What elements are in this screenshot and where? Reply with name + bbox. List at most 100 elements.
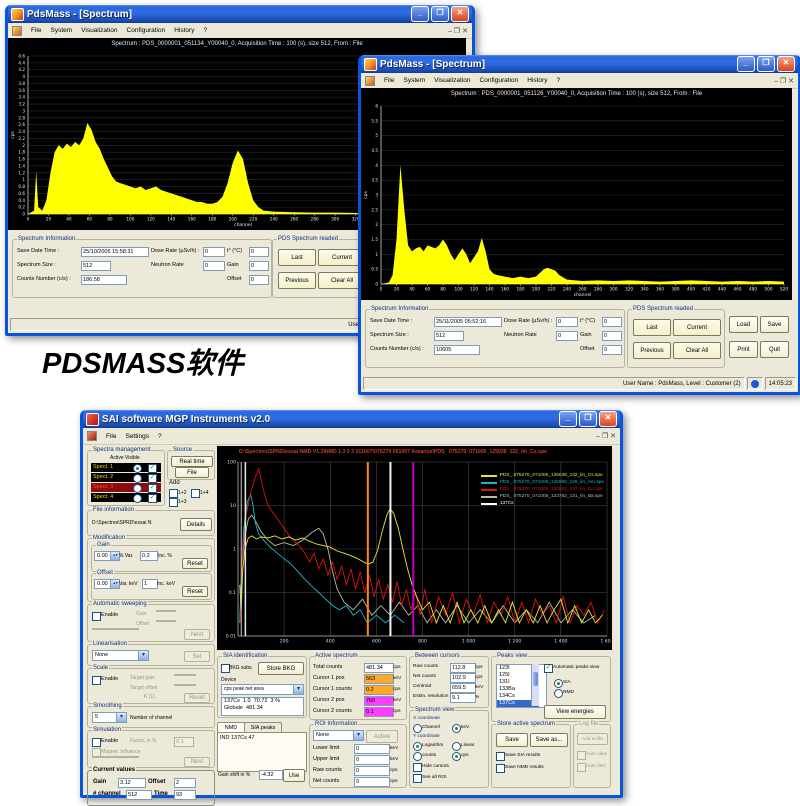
neutron-rate-field[interactable]: 0 bbox=[556, 331, 578, 341]
menu-settings[interactable]: Settings bbox=[125, 433, 149, 440]
temp-field[interactable]: 0 bbox=[249, 247, 269, 257]
menu-history[interactable]: History bbox=[527, 77, 547, 84]
mdi-controls[interactable]: – ❐ ✕ bbox=[448, 27, 468, 35]
spectrum-row-1[interactable]: Spect. 1✓ bbox=[91, 463, 161, 472]
gain-reset-button[interactable]: Reset bbox=[182, 558, 208, 569]
save-button[interactable]: Save bbox=[760, 316, 789, 333]
gain-field[interactable]: 0 bbox=[249, 261, 269, 271]
save-sia-results-checkbox[interactable] bbox=[496, 752, 505, 761]
offset-field[interactable]: 0 bbox=[602, 345, 622, 355]
sia-radio[interactable] bbox=[554, 679, 563, 688]
minimize-button[interactable]: _ bbox=[411, 6, 429, 22]
kev-radio[interactable] bbox=[452, 724, 461, 733]
quit-button[interactable]: Quit bbox=[760, 341, 789, 358]
menu-system[interactable]: System bbox=[50, 27, 72, 34]
menu-system[interactable]: System bbox=[403, 77, 425, 84]
minimize-button[interactable]: _ bbox=[737, 56, 755, 72]
real-time-button[interactable]: Real time bbox=[171, 456, 213, 467]
save-date-field[interactable]: 25/10/2005 15:58:31 bbox=[81, 247, 149, 257]
save-date-field[interactable]: 25/11/2005 05:52:16 bbox=[434, 317, 502, 327]
close-button[interactable]: ✕ bbox=[599, 411, 617, 427]
linear-radio[interactable] bbox=[452, 742, 461, 751]
offset-field[interactable]: 0 bbox=[249, 275, 269, 285]
menu-help[interactable]: ? bbox=[556, 77, 560, 84]
add-1-4-checkbox[interactable] bbox=[191, 489, 200, 498]
linearisation-dropdown[interactable]: None bbox=[92, 650, 149, 661]
visible-checkbox-1[interactable]: ✓ bbox=[148, 464, 157, 473]
menu-file[interactable]: File bbox=[384, 77, 394, 84]
gain-field[interactable]: 0 bbox=[602, 331, 622, 341]
menu-history[interactable]: History bbox=[174, 27, 194, 34]
gain-spinner[interactable]: 0.00 bbox=[94, 551, 120, 561]
auto-peaks-checkbox[interactable]: ✓ bbox=[544, 664, 553, 673]
add-1-2-checkbox[interactable] bbox=[169, 489, 178, 498]
peaks-listbox[interactable]: 57Co60Co99mTc111In123I125I131I133Ba134Cs… bbox=[496, 664, 547, 708]
add-1-3-checkbox[interactable] bbox=[169, 498, 178, 507]
close-button[interactable]: ✕ bbox=[777, 56, 795, 72]
menu-file[interactable]: File bbox=[106, 433, 116, 440]
mdi-controls[interactable]: – ❐ ✕ bbox=[596, 432, 616, 440]
visible-checkbox-4[interactable]: ✓ bbox=[148, 494, 157, 503]
restore-button[interactable]: ❐ bbox=[431, 6, 449, 22]
store-bkg-button[interactable]: Store BKG bbox=[258, 662, 304, 675]
cps-radio[interactable] bbox=[452, 752, 461, 761]
channel-radio[interactable] bbox=[413, 724, 422, 733]
simulation-enable-checkbox[interactable] bbox=[92, 738, 101, 747]
titlebar[interactable]: PdsMass - [Spectrum] _ ❐ ✕ bbox=[8, 5, 472, 23]
logarithm-radio[interactable] bbox=[413, 742, 422, 751]
titlebar[interactable]: SAI software MGP Instruments v2.0 _ ❐ ✕ bbox=[83, 410, 620, 428]
menu-visualization[interactable]: Visualization bbox=[81, 27, 117, 34]
temp-field[interactable]: 0 bbox=[602, 317, 622, 327]
device-dropdown[interactable]: cps peak net area bbox=[221, 684, 304, 695]
spectrum-size-field[interactable]: 512 bbox=[434, 331, 464, 341]
active-radio-1[interactable] bbox=[133, 464, 142, 473]
scale-enable-checkbox[interactable] bbox=[92, 676, 101, 685]
menu-configuration[interactable]: Configuration bbox=[127, 27, 166, 34]
view-energies-button[interactable]: View energies bbox=[544, 705, 606, 719]
clear-all-button[interactable]: Clear All bbox=[673, 342, 721, 359]
print-button[interactable]: Print bbox=[729, 341, 758, 358]
spectrum-row-4[interactable]: Spect. 4✓ bbox=[91, 493, 161, 502]
mdi-controls[interactable]: – ❐ ✕ bbox=[774, 77, 794, 85]
active-radio-4[interactable] bbox=[133, 494, 142, 503]
last-button[interactable]: Last bbox=[633, 319, 671, 336]
neutron-rate-field[interactable]: 0 bbox=[203, 261, 225, 271]
counts-number-field[interactable]: 186.58 bbox=[81, 275, 127, 285]
offset-reset-button[interactable]: Reset bbox=[182, 586, 208, 597]
visible-checkbox-2[interactable]: ✓ bbox=[148, 474, 157, 483]
dose-rate-field[interactable]: 0 bbox=[556, 317, 578, 327]
sia-results-list[interactable]: 137Cs 1.0 70.72 3 % Globale 481.34 bbox=[221, 697, 304, 716]
menu-configuration[interactable]: Configuration bbox=[480, 77, 519, 84]
dose-rate-field[interactable]: 0 bbox=[203, 247, 225, 257]
see-all-roi-checkbox[interactable] bbox=[413, 774, 422, 783]
use-button[interactable]: Use bbox=[283, 769, 305, 782]
gain-shift-field[interactable]: -4.32 bbox=[259, 770, 283, 780]
spectrum-size-field[interactable]: 512 bbox=[81, 261, 111, 271]
inc-kev-field[interactable]: 1 bbox=[142, 579, 158, 589]
inc-pct-field[interactable]: 0.2 bbox=[140, 551, 158, 561]
close-button[interactable]: ✕ bbox=[451, 6, 469, 22]
menu-help[interactable]: ? bbox=[203, 27, 207, 34]
sweeping-enable-checkbox[interactable] bbox=[92, 612, 101, 621]
active-radio-2[interactable] bbox=[133, 474, 142, 483]
titlebar[interactable]: PdsMass - [Spectrum] _ ❐ ✕ bbox=[361, 55, 798, 73]
last-button[interactable]: Last bbox=[278, 249, 316, 266]
counts-number-field[interactable]: 10605 bbox=[434, 345, 480, 355]
visible-checkbox-3[interactable]: ✓ bbox=[148, 484, 157, 493]
spectrum-row-2[interactable]: Spect. 2✓ bbox=[91, 473, 161, 482]
current-button[interactable]: Current bbox=[673, 319, 721, 336]
offset-spinner[interactable]: 0.00 bbox=[94, 579, 120, 589]
active-radio-3[interactable] bbox=[133, 484, 142, 493]
save-nmd-results-checkbox[interactable] bbox=[496, 764, 505, 773]
minimize-button[interactable]: _ bbox=[559, 411, 577, 427]
roi-dropdown[interactable]: None bbox=[313, 730, 364, 741]
previous-button[interactable]: Previous bbox=[278, 272, 316, 289]
previous-button[interactable]: Previous bbox=[633, 342, 671, 359]
store-save-button[interactable]: Save bbox=[496, 733, 528, 747]
details-button[interactable]: Details bbox=[180, 518, 212, 531]
menu-help[interactable]: ? bbox=[158, 433, 162, 440]
restore-button[interactable]: ❐ bbox=[757, 56, 775, 72]
lower-limit-field[interactable]: 0 bbox=[354, 744, 390, 754]
menu-visualization[interactable]: Visualization bbox=[434, 77, 470, 84]
counts-radio[interactable] bbox=[413, 752, 422, 761]
